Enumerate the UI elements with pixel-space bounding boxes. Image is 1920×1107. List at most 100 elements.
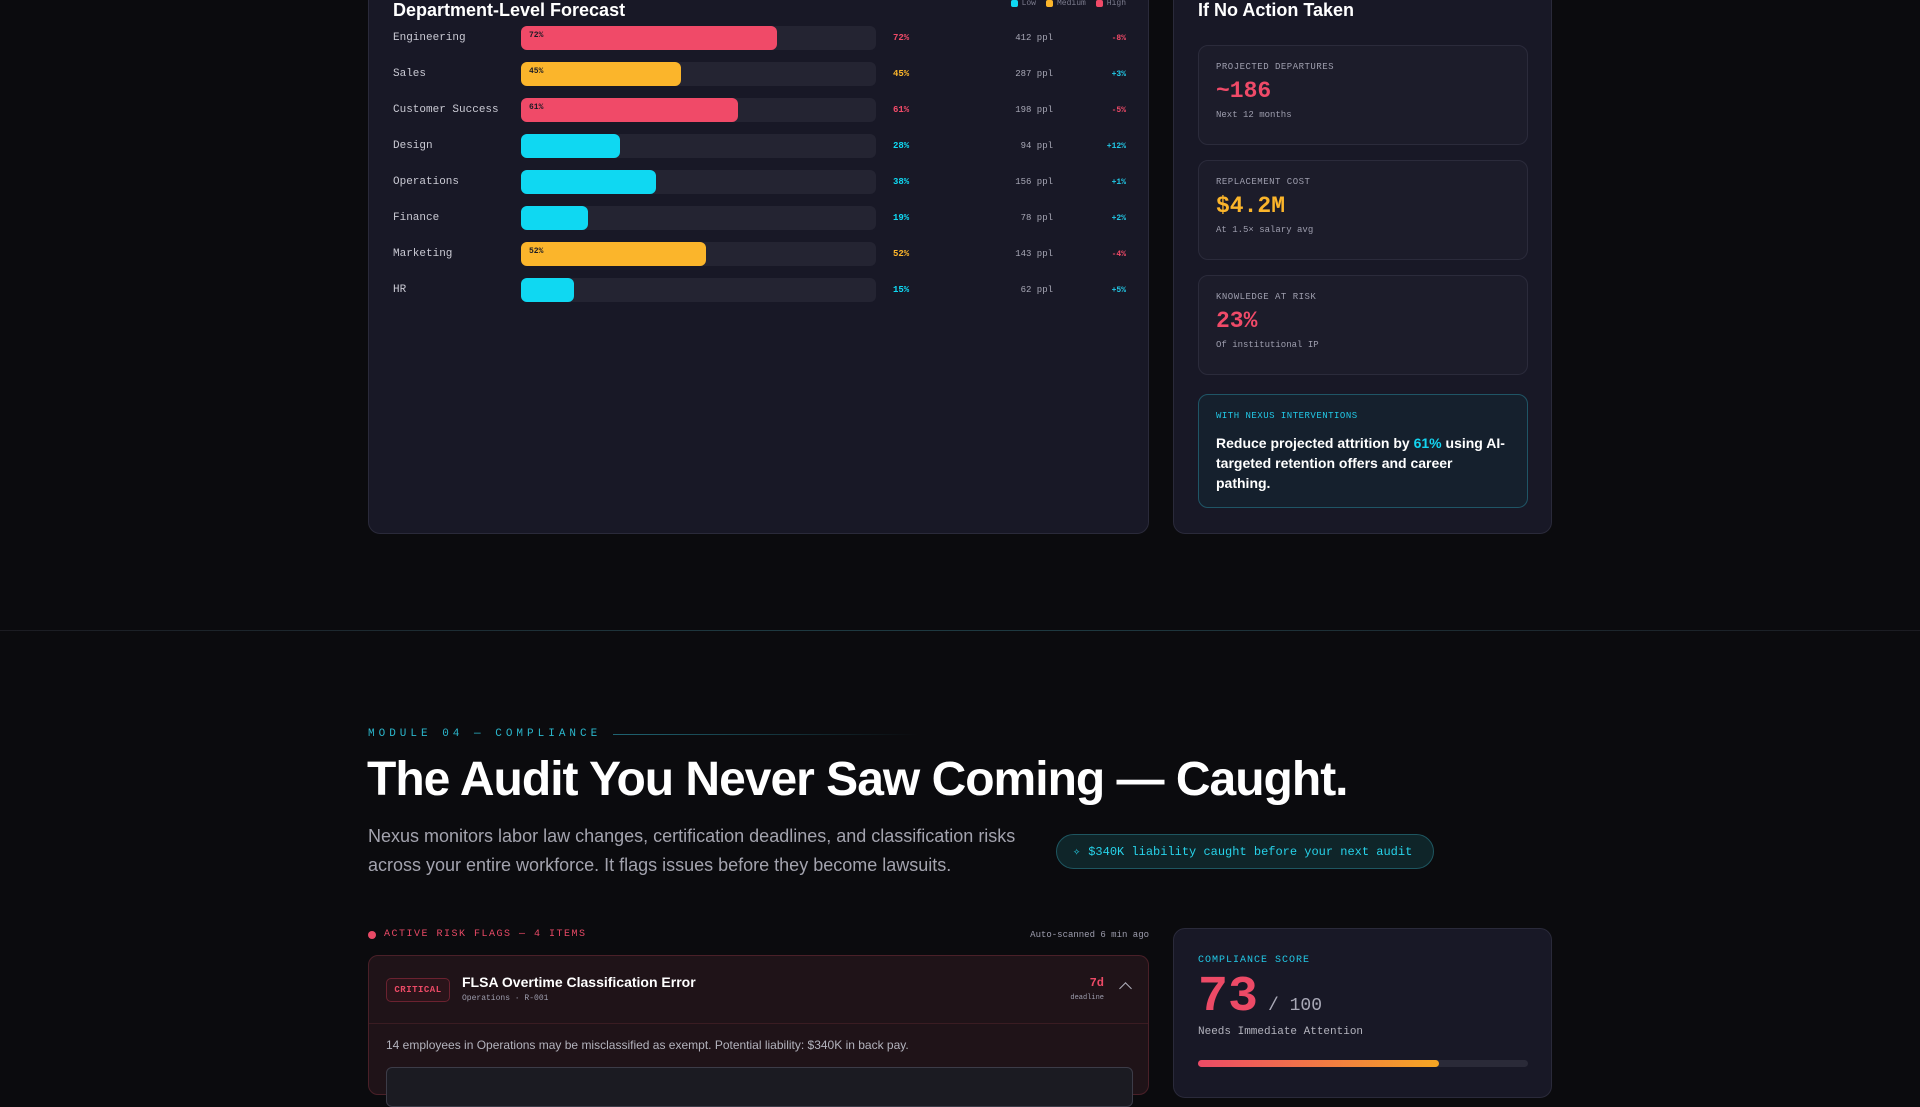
department-row: Marketing 52% 52% 143 ppl -4% [393,241,1126,267]
stat-label: PROJECTED DEPARTURES [1216,62,1335,72]
department-row: Operations 38% 156 ppl +1% [393,169,1126,195]
trend-delta: -8% [1111,33,1126,43]
attrition-bar-fill [521,206,588,230]
nexus-label: WITH NEXUS INTERVENTIONS [1216,411,1358,421]
attrition-percent: 19% [893,213,910,223]
attrition-percent: 28% [893,141,910,151]
section-headline: The Audit You Never Saw Coming — Caught. [367,753,1349,806]
module-label: MODULE 04 — COMPLIANCE [368,728,602,740]
trend-delta: +5% [1111,285,1126,295]
department-name: Operations [393,176,460,188]
attrition-bar-track [521,134,876,158]
headcount: 78 ppl [1020,213,1053,223]
no-action-panel: If No Action Taken PROJECTED DEPARTURES … [1173,0,1552,534]
nexus-interventions-card: WITH NEXUS INTERVENTIONS Reduce projecte… [1198,394,1528,508]
compliance-score-row: 73 / 100 [1198,969,1322,1026]
critical-badge: CRITICAL [386,978,450,1002]
attrition-bar-track: 72% [521,26,876,50]
section-subtext: Nexus monitors labor law changes, certif… [368,826,1016,875]
risk-flag-card: CRITICAL FLSA Overtime Classification Er… [368,955,1149,1107]
module-rule [613,733,919,735]
attrition-bar-fill [521,134,620,158]
legend-swatch-low [1010,0,1018,7]
department-name: Customer Success [393,104,499,116]
compliance-score-max: / 100 [1268,996,1323,1016]
trend-delta: -4% [1111,249,1126,259]
legend-label-medium: Medium [1056,0,1086,8]
module-eyebrow: MODULE 04 — COMPLIANCE [368,728,919,740]
stat-card-replacement-cost: REPLACEMENT COST $4.2M At 1.5× salary av… [1198,160,1528,260]
deadline-value: 7d [1089,976,1104,990]
attrition-bar-fill [521,170,656,194]
alert-dot-icon [368,930,376,939]
section-divider [0,630,1920,631]
headcount: 412 ppl [1015,33,1053,43]
chevron-up-icon[interactable] [1119,982,1132,995]
trend-delta: +2% [1111,213,1126,223]
risk-flag-title: FLSA Overtime Classification Error [462,974,696,990]
risk-flag-meta: Operations · R-001 [462,994,549,1003]
department-name: HR [393,284,407,296]
risk-flags-header: ACTIVE RISK FLAGS — 4 ITEMS Auto-scanned… [368,929,1149,940]
legend-item-high: High [1095,0,1126,8]
attrition-bar-fill [521,278,574,302]
forecast-legend: Low Medium High [1010,0,1126,8]
attrition-percent: 38% [893,177,910,187]
department-name: Finance [393,212,440,224]
department-name: Engineering [393,32,466,44]
trend-delta: -5% [1111,105,1126,115]
stat-value: 23% [1216,308,1258,334]
department-name: Sales [393,68,427,80]
attrition-bar-fill: 61% [521,98,738,122]
attrition-bar-fill: 72% [521,26,777,50]
legend-label-high: High [1106,0,1126,8]
headcount: 62 ppl [1020,285,1053,295]
stat-value: $4.2M [1216,193,1286,219]
attrition-bar-track [521,170,876,194]
stat-label: KNOWLEDGE AT RISK [1216,292,1317,302]
attrition-bar-track [521,278,876,302]
legend-swatch-medium [1045,0,1053,7]
trend-delta: +1% [1111,177,1126,187]
headcount: 94 ppl [1020,141,1053,151]
stat-card-projected-departures: PROJECTED DEPARTURES ~186 Next 12 months [1198,45,1528,145]
attrition-bar-track: 61% [521,98,876,122]
trend-delta: +3% [1111,69,1126,79]
attrition-percent: 52% [893,249,910,259]
stat-value: ~186 [1216,78,1272,104]
compliance-score-label: COMPLIANCE SCORE [1198,955,1311,966]
attrition-percent: 72% [893,33,910,43]
autoscan-status: Auto-scanned 6 min ago [1030,929,1149,940]
compliance-score-bar [1198,1060,1528,1067]
department-forecast-panel: Department-Level Forecast Low Medium Hig… [368,0,1149,534]
liability-pill-text: $340K liability caught before your next … [1088,844,1413,859]
legend-swatch-high [1095,0,1103,7]
attrition-bar-track: 52% [521,242,876,266]
trend-delta: +12% [1106,141,1126,151]
forecast-title: Department-Level Forecast [393,0,626,20]
attrition-percent: 15% [893,285,910,295]
deadline-label: deadline [1070,994,1104,1002]
headcount: 143 ppl [1015,249,1053,259]
legend-label-low: Low [1021,0,1036,8]
compliance-score-status: Needs Immediate Attention [1198,1026,1364,1038]
attrition-bar-fill: 52% [521,242,706,266]
attrition-bar-track: 45% [521,62,876,86]
stat-sub: Of institutional IP [1216,340,1319,350]
risk-flag-header[interactable]: CRITICAL FLSA Overtime Classification Er… [369,956,1148,1024]
department-row: Engineering 72% 72% 412 ppl -8% [393,25,1126,51]
attrition-bar-track [521,206,876,230]
attrition-percent: 45% [893,69,910,79]
legend-item-medium: Medium [1045,0,1086,8]
department-name: Design [393,140,433,152]
department-row: Finance 19% 78 ppl +2% [393,205,1126,231]
headcount: 156 ppl [1015,177,1053,187]
department-name: Marketing [393,248,453,260]
headcount: 198 ppl [1015,105,1053,115]
attrition-bar-fill: 45% [521,62,681,86]
no-action-title: If No Action Taken [1198,0,1355,20]
stat-label: REPLACEMENT COST [1216,177,1311,187]
department-row: Customer Success 61% 61% 198 ppl -5% [393,97,1126,123]
department-row: Sales 45% 45% 287 ppl +3% [393,61,1126,87]
stat-sub: At 1.5× salary avg [1216,225,1314,235]
